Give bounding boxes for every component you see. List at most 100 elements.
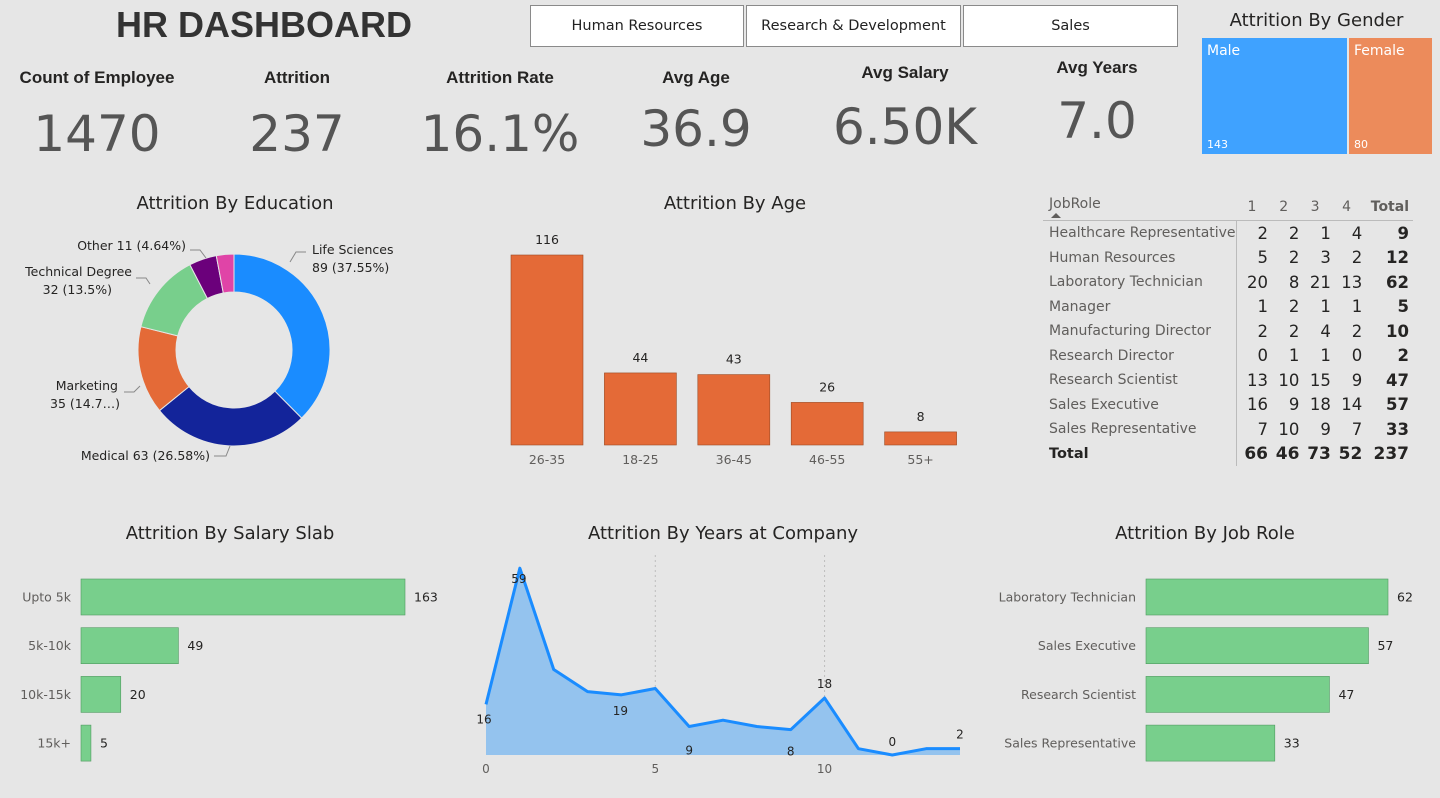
matrix-total-cell: 57: [1386, 395, 1409, 415]
slicer-human-resources-button[interactable]: Human Resources: [530, 5, 744, 47]
matrix-value-cell: 2: [1288, 297, 1300, 317]
matrix-value-cell: 8: [1288, 272, 1300, 292]
matrix-role-cell: Sales Representative: [1043, 417, 1237, 442]
jobrole-bar-value-label: 47: [1338, 687, 1354, 702]
matrix-value-cell: 2: [1351, 321, 1363, 341]
treemap-tile-male[interactable]: Male 143: [1202, 38, 1347, 154]
matrix-role-cell: Healthcare Representative: [1043, 220, 1237, 246]
matrix-value-cell: 5: [1257, 248, 1268, 268]
age-axis-tick-label: 18-25: [622, 452, 658, 467]
matrix-header-jobrole-text: JobRole: [1049, 196, 1101, 212]
salary-bar[interactable]: [80, 676, 122, 713]
age-bar[interactable]: [697, 374, 771, 446]
matrix-row[interactable]: Healthcare Representative 2 2 1 4 9: [1043, 220, 1413, 246]
matrix-value-cell: 2: [1288, 223, 1300, 243]
years-area-chart: 0 5 10 16 59 19 9 8 18 0 2: [476, 555, 964, 776]
age-bar[interactable]: [790, 402, 864, 446]
matrix-value-cell: 4: [1351, 223, 1363, 243]
jobrole-matrix: JobRole 1 2 3 4 Total Healthcare Represe…: [1043, 194, 1413, 466]
matrix-value-cell: 1: [1320, 297, 1331, 317]
matrix-header-row: JobRole 1 2 3 4 Total: [1043, 194, 1413, 221]
age-bar-value-label: 26: [819, 379, 835, 394]
salary-axis-tick-label: Upto 5k: [22, 590, 72, 605]
years-point-label: 8: [787, 745, 795, 759]
matrix-value-cell: 0: [1257, 346, 1268, 366]
label-medical: Medical 63 (26.58%): [81, 448, 210, 463]
salary-chart-title: Attrition By Salary Slab: [125, 523, 335, 544]
matrix-total-cell: 2: [1397, 346, 1409, 366]
matrix-header-col-4[interactable]: 4: [1331, 194, 1362, 221]
jobrole-bar-value-label: 33: [1284, 736, 1300, 751]
treemap-value-female: 80: [1354, 138, 1368, 151]
sort-ascending-icon[interactable]: [1051, 213, 1061, 218]
jobrole-axis-tick-label: Sales Executive: [1038, 638, 1136, 653]
salary-bar[interactable]: [80, 578, 406, 616]
age-axis-tick-label: 36-45: [716, 452, 752, 467]
label-other: Other 11 (4.64%): [77, 238, 186, 253]
kpi-attrition-rate-value: 16.1%: [420, 105, 580, 163]
matrix-row[interactable]: Manager 1 2 1 1 5: [1043, 294, 1413, 319]
treemap-tile-female[interactable]: Female 80: [1349, 38, 1432, 154]
age-bar-value-label: 44: [632, 350, 648, 365]
matrix-value-cell: 1: [1320, 223, 1331, 243]
slicer-sales-button[interactable]: Sales: [963, 5, 1178, 47]
matrix-value-cell: 14: [1341, 395, 1363, 415]
donut-slice-life-sciences[interactable]: [233, 253, 331, 419]
matrix-value-cell: 2: [1257, 321, 1268, 341]
matrix-total-cell: 10: [1386, 321, 1409, 341]
matrix-value-cell: 1: [1320, 346, 1331, 366]
label-technical-value: 32 (13.5%): [43, 282, 112, 297]
matrix-value-cell: 13: [1341, 272, 1363, 292]
matrix-value-cell: 16: [1246, 395, 1268, 415]
matrix-row[interactable]: Research Scientist 13 10 15 9 47: [1043, 368, 1413, 393]
matrix-header-jobrole[interactable]: JobRole: [1043, 194, 1236, 221]
salary-bar[interactable]: [80, 724, 92, 762]
leader-line-life-sciences: [289, 251, 306, 263]
matrix-header-total[interactable]: Total: [1362, 194, 1413, 221]
jobrole-bar[interactable]: [1145, 724, 1276, 762]
jobrole-bar[interactable]: [1145, 578, 1389, 616]
years-axis-tick-label: 10: [817, 762, 832, 776]
age-bar[interactable]: [510, 254, 584, 446]
matrix-value-cell: 15: [1309, 370, 1331, 390]
matrix-row[interactable]: Human Resources 5 2 3 2 12: [1043, 245, 1413, 270]
years-point-label: 59: [511, 572, 526, 586]
matrix-role-cell: Research Scientist: [1043, 368, 1237, 393]
years-area: [486, 568, 960, 755]
years-chart-title: Attrition By Years at Company: [587, 523, 859, 544]
matrix-row[interactable]: Research Director 0 1 1 0 2: [1043, 343, 1413, 368]
jobrole-chart-title: Attrition By Job Role: [1115, 523, 1295, 544]
jobrole-bar[interactable]: [1145, 627, 1369, 665]
matrix-role-cell: Research Director: [1043, 343, 1237, 368]
salary-bar-value-label: 49: [187, 638, 203, 653]
page-title: HR DASHBOARD: [116, 4, 412, 45]
age-bar[interactable]: [884, 431, 957, 446]
salary-bar[interactable]: [80, 627, 179, 665]
salary-bar-value-label: 163: [414, 590, 438, 605]
kpi-attrition-value: 237: [249, 105, 345, 163]
slicer-research-development-button[interactable]: Research & Development: [746, 5, 961, 47]
matrix-row[interactable]: Sales Executive 16 9 18 14 57: [1043, 392, 1413, 417]
kpi-attrition-label: Attrition: [263, 68, 331, 87]
matrix-value-cell: 0: [1351, 346, 1363, 366]
jobrole-matrix-table: JobRole 1 2 3 4 Total Healthcare Represe…: [1043, 194, 1413, 466]
matrix-row[interactable]: Laboratory Technician 20 8 21 13 62: [1043, 270, 1413, 295]
matrix-value-cell: 1: [1288, 346, 1300, 366]
matrix-header-col-3[interactable]: 3: [1299, 194, 1330, 221]
matrix-role-cell: Human Resources: [1043, 245, 1237, 270]
years-point-label: 9: [685, 744, 693, 758]
jobrole-bar[interactable]: [1145, 676, 1330, 713]
education-chart-title: Attrition By Education: [136, 193, 334, 214]
matrix-row[interactable]: Sales Representative 7 10 9 7 33: [1043, 417, 1413, 442]
matrix-header-col-1[interactable]: 1: [1236, 194, 1268, 221]
matrix-header-col-2[interactable]: 2: [1268, 194, 1299, 221]
matrix-row[interactable]: Manufacturing Director 2 2 4 2 10: [1043, 319, 1413, 344]
jobrole-bar-value-label: 57: [1377, 638, 1393, 653]
kpi-avg-age-value: 36.9: [640, 100, 752, 158]
matrix-value-cell: 2: [1351, 248, 1363, 268]
age-bar[interactable]: [604, 372, 677, 446]
age-bar-chart: 116 26-35 44 18-25 43 36-45 26 46-55 8 55+: [510, 232, 957, 467]
kpi-avg-years-value: 7.0: [1057, 92, 1137, 150]
years-point-label: 2: [956, 728, 964, 742]
leader-line-medical: [214, 445, 231, 457]
